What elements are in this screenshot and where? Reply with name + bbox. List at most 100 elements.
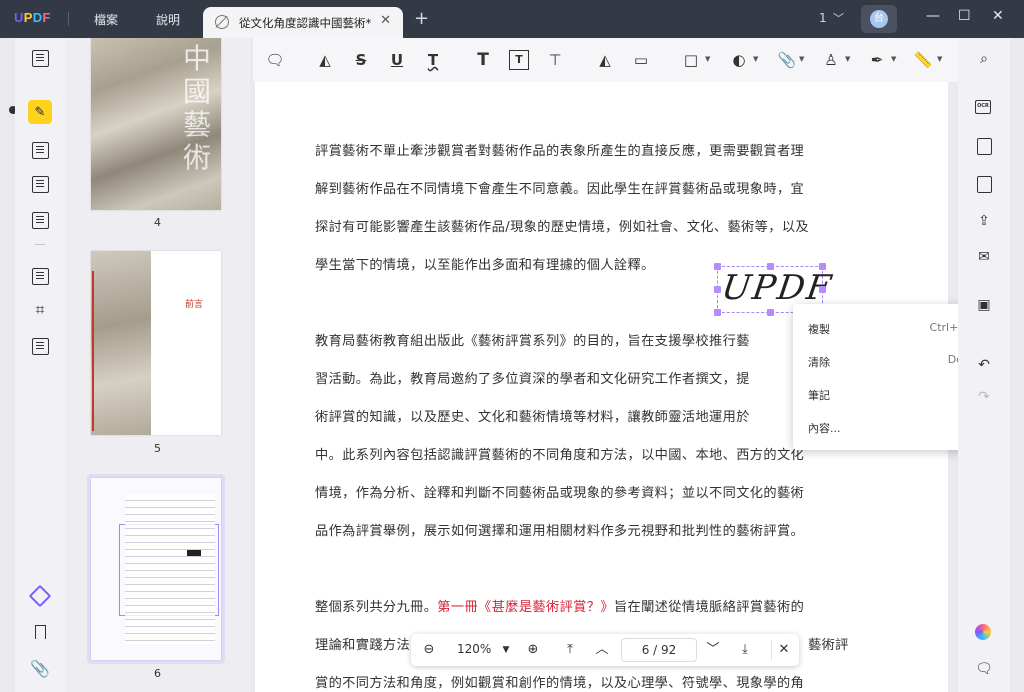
textbox-icon[interactable]: T <box>509 50 529 70</box>
resize-handle[interactable] <box>767 263 774 270</box>
paragraph-line: 教育局藝術教育組出版此《藝術評賞系列》的目的，旨在支援學校推行藝 <box>315 334 750 349</box>
last-page-icon[interactable]: ⤓ <box>736 641 754 659</box>
zoom-out-icon[interactable]: ⊖ <box>420 641 438 659</box>
thumbnail-page-number: 5 <box>154 442 161 455</box>
minimize-icon[interactable]: — <box>926 8 940 24</box>
paragraph-line: 學生當下的情境，以至能作出多面和有理據的個人詮釋。 <box>315 258 655 273</box>
zoom-level[interactable]: 120% <box>457 642 491 656</box>
attachment-caret-icon[interactable]: ▼ <box>799 55 804 63</box>
form-button[interactable] <box>28 172 52 196</box>
sticker-icon[interactable]: ◐ <box>729 50 749 70</box>
save-icon[interactable]: ▣ <box>975 296 993 314</box>
thumbnail-panel: 中國藝術 4 前言 5 6 <box>65 38 250 692</box>
resize-handle[interactable] <box>714 309 721 316</box>
convert-icon <box>976 138 992 155</box>
strikethrough-icon[interactable]: S <box>351 50 371 70</box>
paragraph-line: 整個系列共分九冊。第一冊《甚麼是藝術評賞？》旨在闡述從情境脈絡評賞藝術的 <box>315 596 804 615</box>
convert-button[interactable] <box>975 138 993 156</box>
paragraph-line: 評賞藝術不單止牽涉觀賞者對藝術作品的表象所產生的直接反應，更需要觀賞者理 <box>315 144 805 159</box>
resize-handle[interactable] <box>714 263 721 270</box>
tools-icon <box>31 337 49 355</box>
underline-icon[interactable]: U <box>387 50 407 70</box>
next-page-icon[interactable]: ﹀ <box>704 641 722 659</box>
undo-icon[interactable]: ↶ <box>975 356 993 374</box>
menu-item-note[interactable]: 筆記 <box>808 387 830 403</box>
signature-icon[interactable]: ✒ <box>867 50 887 70</box>
form-icon <box>31 175 49 193</box>
layers-button[interactable] <box>28 584 52 608</box>
edit-pdf-button[interactable] <box>28 138 52 162</box>
tab-close-icon[interactable]: ✕ <box>380 13 391 28</box>
highlight-tool-icon[interactable]: ◭ <box>315 50 335 70</box>
menu-help[interactable]: 說明 <box>156 11 180 28</box>
bookmark-icon <box>34 625 46 639</box>
bookmark-button[interactable] <box>28 620 52 644</box>
measure-caret-icon[interactable]: ▼ <box>937 55 942 63</box>
text-callout-icon[interactable]: ⊤ <box>545 50 565 70</box>
thumb-title-chars: 中國藝術 <box>183 42 212 174</box>
menu-item-copy[interactable]: 複製 <box>808 321 830 337</box>
menu-item-delete[interactable]: 清除 <box>808 354 830 370</box>
thumbnail-page-4[interactable]: 中國藝術 <box>91 38 221 210</box>
crop-button[interactable]: ⌗ <box>28 298 52 322</box>
shape-caret-icon[interactable]: ▼ <box>705 55 710 63</box>
organize-pages-button[interactable] <box>28 264 52 288</box>
thumb-heading: 前言 <box>185 300 204 310</box>
sticky-note-icon[interactable]: 🗨 <box>265 50 285 70</box>
landscape-strip <box>91 251 151 435</box>
reader-mode-button[interactable] <box>28 46 52 70</box>
ocr-button[interactable]: OCR <box>975 100 993 118</box>
email-icon[interactable]: ✉ <box>975 248 993 266</box>
resize-handle[interactable] <box>819 286 826 293</box>
text-tool-icon[interactable]: T <box>473 50 493 70</box>
zoom-in-icon[interactable]: ⊕ <box>524 641 542 659</box>
chevron-down-icon[interactable]: ﹀ <box>833 10 844 26</box>
updf-logo[interactable]: UPDF <box>14 10 51 25</box>
account-button[interactable]: 台 <box>861 5 897 33</box>
sticker-caret-icon[interactable]: ▼ <box>753 55 758 63</box>
window-selector[interactable]: 1 <box>819 11 827 25</box>
attachment-tool-icon[interactable]: 📎 <box>777 50 797 70</box>
add-tab-icon[interactable]: + <box>414 8 429 29</box>
ai-assistant-button[interactable] <box>975 624 993 642</box>
tools-button[interactable] <box>28 334 52 358</box>
comments-panel-icon[interactable]: 🗨 <box>975 660 993 678</box>
stamp-caret-icon[interactable]: ▼ <box>845 55 850 63</box>
menu-file[interactable]: 檔案 <box>94 11 118 28</box>
close-window-icon[interactable]: ✕ <box>992 8 1004 24</box>
squiggly-icon[interactable]: T <box>423 50 443 70</box>
search-icon[interactable]: ⌕ <box>975 50 993 68</box>
right-tool-rail: ⌕ OCR ⇪ ✉ ▣ ↶ ↷ 🗨 <box>958 38 1010 692</box>
attachment-button[interactable]: 📎 <box>28 656 52 680</box>
paperclip-icon: 📎 <box>30 658 50 678</box>
page-number-input[interactable]: 6 / 92 <box>621 638 697 662</box>
document-tab[interactable]: 從文化角度認識中國藝術* ✕ <box>203 7 403 38</box>
signature-caret-icon[interactable]: ▼ <box>891 55 896 63</box>
resize-handle[interactable] <box>714 286 721 293</box>
stamp-icon[interactable]: ♙ <box>821 50 841 70</box>
resize-handle[interactable] <box>819 263 826 270</box>
crop-icon: ⌗ <box>35 300 45 319</box>
maximize-icon[interactable]: ☐ <box>958 8 971 24</box>
redo-icon[interactable]: ↷ <box>975 388 993 406</box>
thumbnail-page-number: 4 <box>154 216 161 229</box>
edit-mode-icon <box>215 15 229 29</box>
thumbnail-page-6[interactable] <box>91 478 221 660</box>
nav-divider <box>771 640 772 660</box>
organize-pages-icon <box>31 267 49 285</box>
fill-sign-button[interactable] <box>28 208 52 232</box>
first-page-icon[interactable]: ⤒ <box>561 641 579 659</box>
resize-handle[interactable] <box>767 309 774 316</box>
eraser-icon[interactable]: ▭ <box>631 50 651 70</box>
measure-icon[interactable]: 📏 <box>913 50 933 70</box>
previous-page-icon[interactable]: ︿ <box>593 641 611 659</box>
pencil-icon[interactable]: ◭ <box>595 50 615 70</box>
menu-item-properties[interactable]: 內容... <box>808 420 841 436</box>
protect-button[interactable] <box>975 176 993 194</box>
zoom-dropdown-icon[interactable]: ▼ <box>497 641 515 659</box>
comment-mode-button[interactable]: ✎ <box>28 100 52 124</box>
share-icon[interactable]: ⇪ <box>975 212 993 230</box>
thumbnail-page-5[interactable]: 前言 <box>91 251 221 435</box>
close-nav-icon[interactable]: ✕ <box>775 641 793 659</box>
shape-icon[interactable]: □ <box>681 50 701 70</box>
